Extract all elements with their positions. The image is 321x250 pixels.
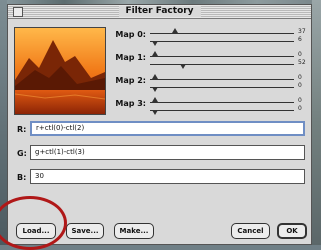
slider-thumb[interactable] bbox=[152, 74, 158, 79]
map-3-value-1: 0 bbox=[298, 97, 302, 104]
slider-thumb[interactable] bbox=[152, 97, 158, 102]
map-1-slider-2[interactable] bbox=[150, 62, 294, 69]
map-1-label: Map 1: bbox=[115, 53, 146, 62]
map-0-value-2: 6 bbox=[298, 36, 302, 43]
slider-thumb[interactable] bbox=[180, 64, 186, 69]
desktop-background-right bbox=[312, 0, 321, 245]
slider-thumb[interactable] bbox=[152, 110, 158, 115]
map-2-row: Map 2: 0 0 bbox=[108, 72, 306, 94]
map-0-label: Map 0: bbox=[115, 30, 146, 39]
make-button[interactable]: Make... bbox=[114, 223, 154, 239]
preview-graphic bbox=[15, 28, 105, 114]
ok-button[interactable]: OK bbox=[277, 223, 307, 239]
window-title: Filter Factory bbox=[118, 6, 201, 17]
map-2-slider-1[interactable] bbox=[150, 74, 294, 81]
map-1-value-1: 0 bbox=[298, 51, 302, 58]
save-button[interactable]: Save... bbox=[66, 223, 104, 239]
map-0-slider-2[interactable] bbox=[150, 39, 294, 46]
slider-thumb[interactable] bbox=[152, 87, 158, 92]
red-label: R: bbox=[17, 125, 27, 134]
blue-label: B: bbox=[17, 173, 27, 182]
close-box[interactable] bbox=[13, 7, 23, 17]
map-2-label: Map 2: bbox=[115, 76, 146, 85]
map-0-row: Map 0: 37 6 bbox=[108, 26, 306, 48]
map-1-slider-1[interactable] bbox=[150, 51, 294, 58]
map-3-label: Map 3: bbox=[115, 99, 146, 108]
slider-thumb[interactable] bbox=[172, 28, 178, 33]
slider-thumb[interactable] bbox=[152, 51, 158, 56]
cancel-button[interactable]: Cancel bbox=[231, 223, 270, 239]
green-label: G: bbox=[17, 149, 27, 158]
map-2-value-1: 0 bbox=[298, 74, 302, 81]
map-2-slider-2[interactable] bbox=[150, 85, 294, 92]
map-0-slider-1[interactable] bbox=[150, 28, 294, 35]
red-expression-field[interactable]: r+ctl(0)-ctl(2) bbox=[30, 121, 305, 136]
map-2-value-2: 0 bbox=[298, 82, 302, 89]
green-expression-field[interactable]: g+ctl(1)-ctl(3) bbox=[30, 145, 305, 160]
map-3-row: Map 3: 0 0 bbox=[108, 95, 306, 117]
map-3-slider-2[interactable] bbox=[150, 108, 294, 115]
map-3-slider-1[interactable] bbox=[150, 97, 294, 104]
slider-thumb[interactable] bbox=[152, 41, 158, 46]
map-3-value-2: 0 bbox=[298, 105, 302, 112]
map-1-row: Map 1: 0 52 bbox=[108, 49, 306, 71]
preview-image[interactable] bbox=[14, 27, 106, 115]
map-1-value-2: 52 bbox=[298, 59, 306, 66]
map-0-value-1: 37 bbox=[298, 28, 306, 35]
title-bar[interactable]: Filter Factory bbox=[8, 5, 311, 19]
blue-expression-field[interactable]: 30 bbox=[30, 169, 305, 184]
